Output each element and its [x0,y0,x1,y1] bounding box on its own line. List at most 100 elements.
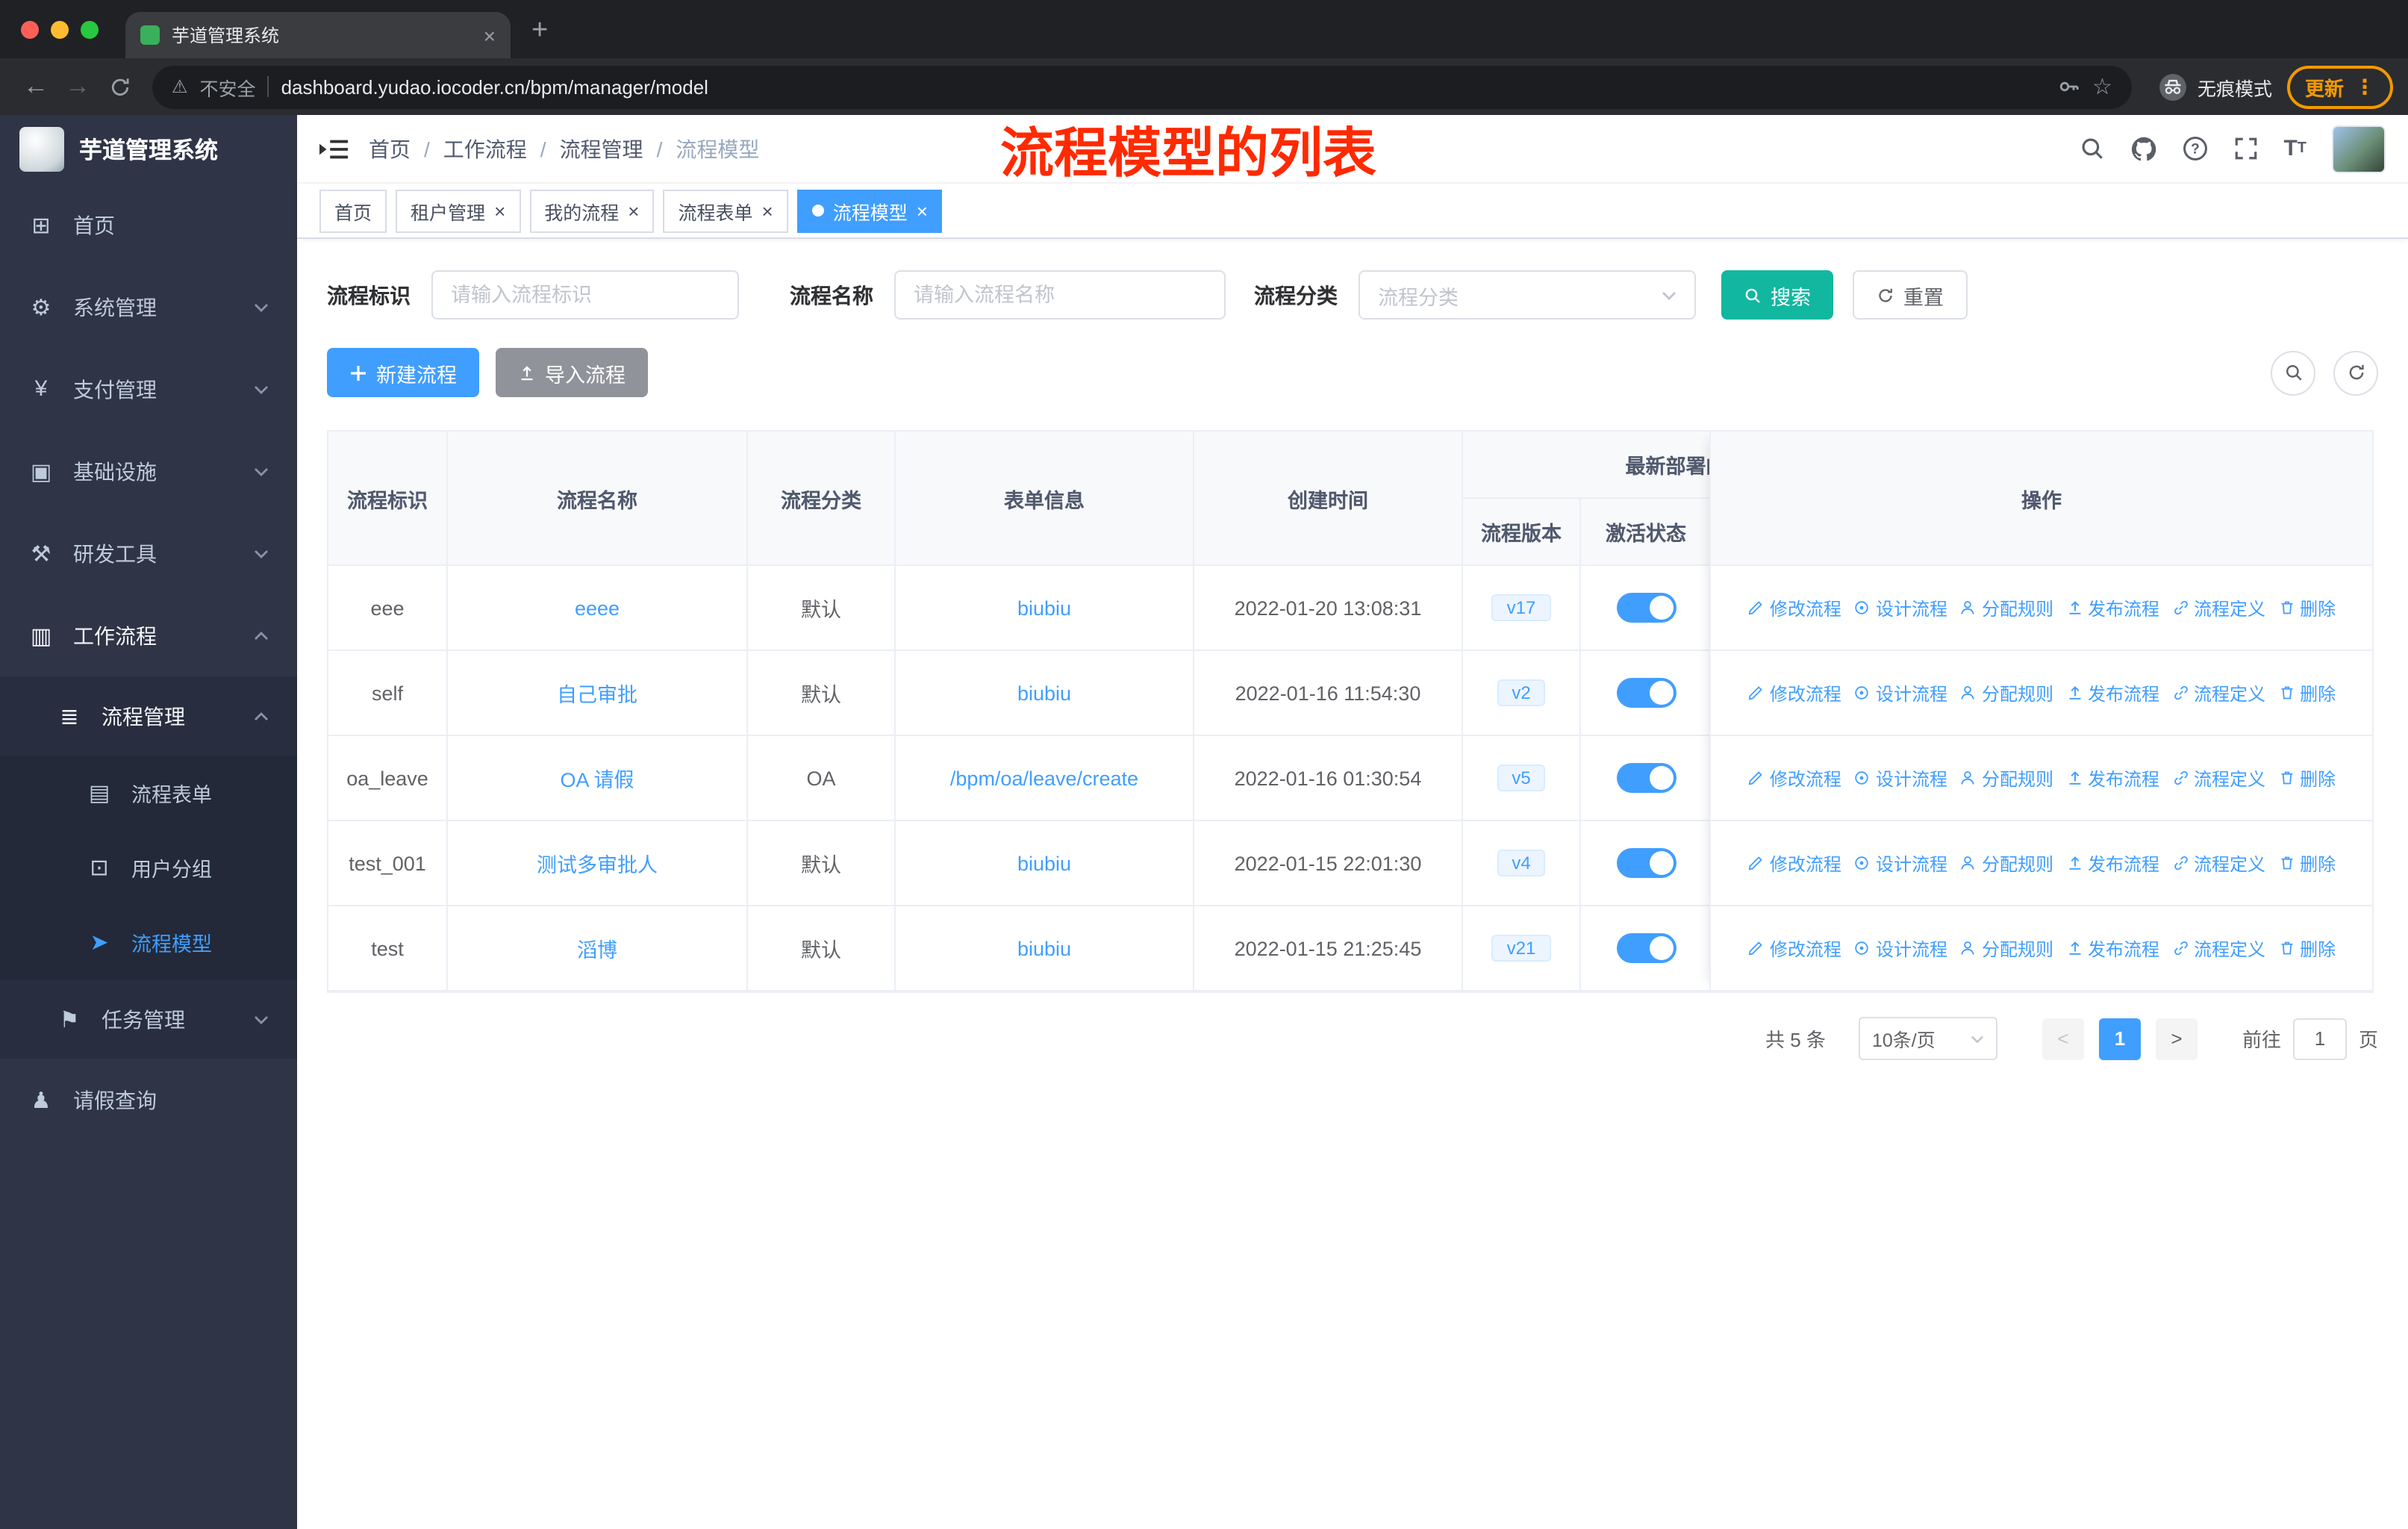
active-toggle[interactable] [1616,678,1676,708]
process-name-link[interactable]: eeee [575,597,620,619]
breadcrumb-home[interactable]: 首页 [369,134,411,164]
user-avatar[interactable] [2332,125,2386,172]
refresh-table-icon[interactable] [2333,350,2378,395]
search-icon[interactable] [2079,136,2104,161]
category-select[interactable]: 流程分类 [1359,270,1696,320]
not-secure-warning-icon[interactable]: ⚠ [172,76,188,97]
password-key-icon[interactable] [2056,75,2080,99]
tag-process-form[interactable]: 流程表单 × [663,189,788,232]
process-key-input[interactable] [431,270,739,320]
action-publish[interactable]: 发布流程 [2065,850,2159,876]
process-name-link[interactable]: 滔博 [577,933,617,963]
tag-my-process[interactable]: 我的流程 × [529,189,655,232]
sidebar-item-infrastructure[interactable]: ▣ 基础设施 [0,430,297,512]
tab-close-icon[interactable]: × [484,25,496,46]
address-bar[interactable]: ⚠ 不安全 dashboard.yudao.iocoder.cn/bpm/man… [152,65,2132,108]
close-icon[interactable]: × [494,201,505,220]
active-toggle[interactable] [1616,593,1676,623]
sidebar-item-process-management[interactable]: ≣ 流程管理 [0,676,297,756]
sidebar-item-dev-tools[interactable]: ⚒ 研发工具 [0,512,297,594]
process-name-link[interactable]: OA 请假 [560,763,634,793]
action-delete[interactable]: 删除 [2277,850,2336,876]
sidebar-item-workflow[interactable]: ▥ 工作流程 [0,594,297,676]
new-tab-button[interactable]: + [531,15,548,48]
form-link[interactable]: biubiu [1017,852,1071,874]
action-delete[interactable]: 删除 [2277,935,2336,961]
process-name-input[interactable] [894,270,1226,320]
action-definition[interactable]: 流程定义 [2171,595,2265,620]
not-secure-label[interactable]: 不安全 [200,72,256,101]
close-icon[interactable]: × [762,201,773,220]
zoom-window-button[interactable] [81,21,99,39]
close-window-button[interactable] [21,21,39,39]
action-definition[interactable]: 流程定义 [2171,850,2265,876]
action-definition[interactable]: 流程定义 [2171,935,2265,961]
process-name-link[interactable]: 测试多审批人 [537,848,658,878]
process-name-link[interactable]: 自己审批 [557,678,637,708]
reset-button[interactable]: 重置 [1853,270,1968,320]
sidebar-item-system-management[interactable]: ⚙ 系统管理 [0,266,297,348]
action-publish[interactable]: 发布流程 [2065,680,2159,706]
search-button[interactable]: 搜索 [1721,270,1833,320]
tag-home[interactable]: 首页 [319,189,387,232]
minimize-window-button[interactable] [51,21,69,39]
active-toggle[interactable] [1616,933,1676,963]
sidebar-item-user-group[interactable]: ⊡ 用户分组 [0,830,297,905]
chrome-update-button[interactable]: 更新 ⋮ [2286,65,2393,108]
action-publish[interactable]: 发布流程 [2065,935,2159,961]
action-design[interactable]: 设计流程 [1853,765,1947,791]
form-link[interactable]: biubiu [1017,937,1071,959]
help-icon[interactable]: ? [2182,136,2207,161]
action-assign-rule[interactable]: 分配规则 [1959,935,2053,961]
action-publish[interactable]: 发布流程 [2065,765,2159,791]
back-icon[interactable]: ← [15,66,57,108]
form-link[interactable]: biubiu [1017,682,1071,704]
action-definition[interactable]: 流程定义 [2171,680,2265,706]
action-edit[interactable]: 修改流程 [1747,765,1841,791]
font-size-icon[interactable]: TT [2283,137,2306,160]
action-design[interactable]: 设计流程 [1853,850,1947,876]
github-icon[interactable] [2130,135,2156,162]
prev-page-button[interactable]: < [2042,1018,2084,1059]
close-icon[interactable]: × [917,201,928,220]
sidebar-item-leave-query[interactable]: ♟ 请假查询 [0,1059,297,1141]
action-assign-rule[interactable]: 分配规则 [1959,850,2053,876]
import-process-button[interactable]: 导入流程 [496,348,648,397]
fullscreen-icon[interactable] [2233,136,2258,161]
action-edit[interactable]: 修改流程 [1747,680,1841,706]
goto-page-input[interactable] [2292,1018,2347,1059]
bookmark-star-icon[interactable]: ☆ [2092,73,2112,100]
reload-icon[interactable] [99,66,140,108]
action-publish[interactable]: 发布流程 [2065,595,2159,620]
sidebar-item-process-form[interactable]: ▤ 流程表单 [0,756,297,830]
tag-tenant-management[interactable]: 租户管理 × [396,189,521,232]
sidebar-item-home[interactable]: ⊞ 首页 [0,184,297,266]
action-edit[interactable]: 修改流程 [1747,595,1841,620]
create-process-button[interactable]: 新建流程 [327,348,479,397]
action-edit[interactable]: 修改流程 [1747,850,1841,876]
url-text[interactable]: dashboard.yudao.iocoder.cn/bpm/manager/m… [281,75,2044,98]
next-page-button[interactable]: > [2155,1018,2198,1059]
sidebar-item-payment-management[interactable]: ¥ 支付管理 [0,348,297,430]
action-delete[interactable]: 删除 [2277,680,2336,706]
breadcrumb-workflow[interactable]: 工作流程 [443,134,527,164]
sidebar-item-process-model[interactable]: ➤ 流程模型 [0,905,297,980]
forward-icon[interactable]: → [57,66,99,108]
page-size-select[interactable]: 10条/页 [1858,1017,1997,1060]
active-toggle[interactable] [1616,848,1676,878]
active-toggle[interactable] [1616,763,1676,793]
current-page-button[interactable]: 1 [2098,1018,2141,1059]
action-assign-rule[interactable]: 分配规则 [1959,765,2053,791]
action-design[interactable]: 设计流程 [1853,680,1947,706]
action-assign-rule[interactable]: 分配规则 [1959,595,2053,620]
tag-process-model[interactable]: 流程模型 × [796,189,943,232]
action-design[interactable]: 设计流程 [1853,595,1947,620]
sidebar-item-task-management[interactable]: ⚑ 任务管理 [0,980,297,1059]
action-definition[interactable]: 流程定义 [2171,765,2265,791]
form-link[interactable]: biubiu [1017,597,1071,619]
action-design[interactable]: 设计流程 [1853,935,1947,961]
browser-menu-icon[interactable]: ⋮ [2354,74,2375,99]
breadcrumb-process-management[interactable]: 流程管理 [560,134,643,164]
action-delete[interactable]: 删除 [2277,765,2336,791]
action-assign-rule[interactable]: 分配规则 [1959,680,2053,706]
